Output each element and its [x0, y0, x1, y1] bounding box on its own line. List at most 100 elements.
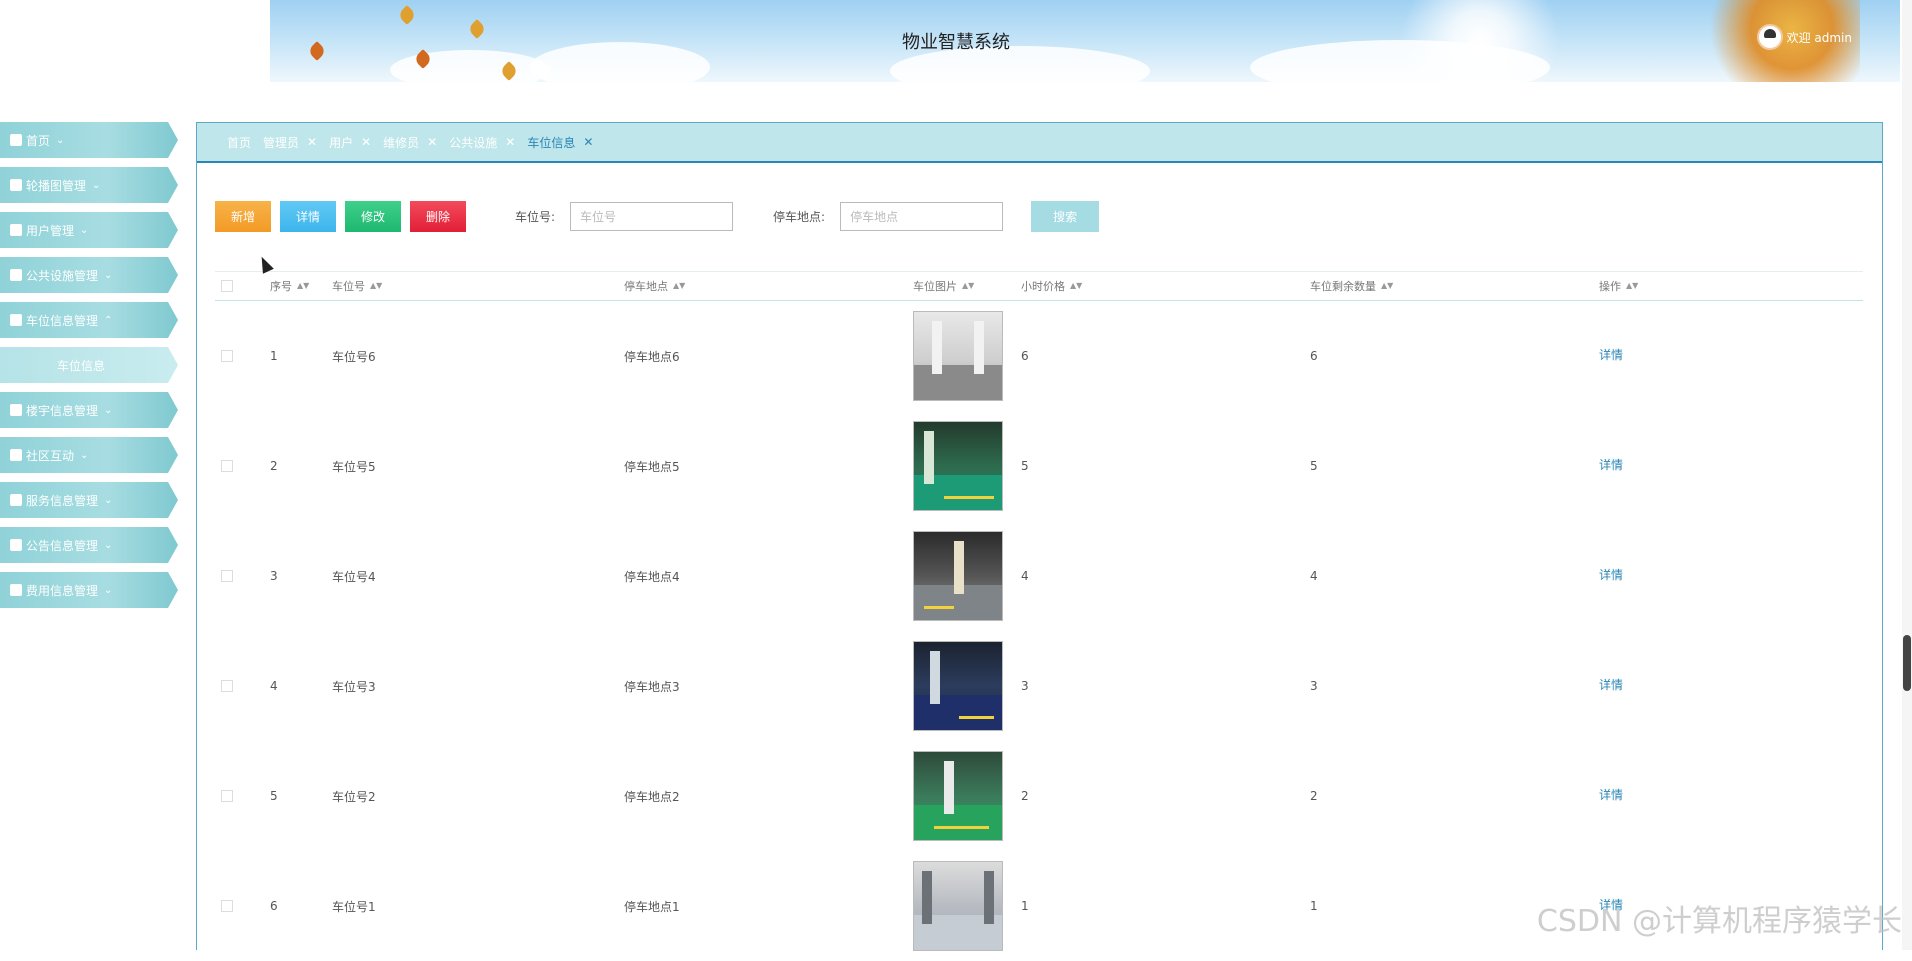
chevron-down-icon: ⌄: [104, 405, 112, 416]
select-all-checkbox[interactable]: [221, 280, 233, 292]
column-header[interactable]: 序号▲▼: [270, 278, 332, 294]
tab-label: 首页: [227, 134, 251, 151]
grid-icon: [10, 539, 22, 551]
column-header[interactable]: 车位剩余数量 ▲▼: [1310, 278, 1599, 294]
column-header-label: 操作: [1599, 278, 1621, 294]
close-icon[interactable]: ✕: [307, 135, 317, 149]
sidebar-item-notices[interactable]: 公告信息管理 ⌄: [0, 527, 178, 563]
price-cell: 6: [1021, 349, 1310, 363]
scrollbar-thumb[interactable]: [1903, 635, 1911, 691]
cloud-shape: [390, 50, 550, 82]
row-checkbox[interactable]: [221, 900, 233, 912]
sort-icon[interactable]: ▲▼: [1070, 282, 1082, 290]
add-button[interactable]: 新增: [215, 201, 271, 232]
table-row[interactable]: 3 车位号4 停车地点4 4 4 详情: [215, 521, 1863, 631]
edit-button[interactable]: 修改: [345, 201, 401, 232]
column-header[interactable]: 小时价格▲▼: [1021, 278, 1310, 294]
tab-repairman[interactable]: 维修员 ✕: [383, 134, 437, 151]
location-cell: 停车地点1: [624, 898, 913, 915]
sidebar-item-services[interactable]: 服务信息管理 ⌄: [0, 482, 178, 518]
briefcase-icon: [10, 314, 22, 326]
location-cell: 停车地点4: [624, 568, 913, 585]
row-checkbox[interactable]: [221, 790, 233, 802]
row-checkbox[interactable]: [221, 680, 233, 692]
table-row[interactable]: 5 车位号2 停车地点2 2 2 详情: [215, 741, 1863, 851]
column-header[interactable]: 车位图片▲▼: [913, 278, 1021, 294]
space-no-cell: 车位号5: [332, 458, 624, 475]
sidebar-item-users[interactable]: 用户管理 ⌄: [0, 212, 178, 248]
header: 物业智慧系统 欢迎 admin: [0, 0, 1912, 82]
chevron-down-icon: ⌄: [104, 540, 112, 551]
sidebar-subitem-parking-info[interactable]: 车位信息: [0, 347, 178, 383]
close-icon[interactable]: ✕: [583, 135, 593, 149]
parking-photo: [913, 641, 1003, 731]
sort-icon[interactable]: ▲▼: [370, 282, 382, 290]
tab-facilities[interactable]: 公共设施 ✕: [449, 134, 515, 151]
header-checkbox-cell: [215, 280, 270, 292]
delete-button[interactable]: 删除: [410, 201, 466, 232]
detail-link[interactable]: 详情: [1599, 456, 1623, 473]
table-row[interactable]: 2 车位号5 停车地点5 5 5 详情: [215, 411, 1863, 521]
remaining-cell: 5: [1310, 459, 1599, 473]
close-icon[interactable]: ✕: [427, 135, 437, 149]
tab-label: 车位信息: [527, 134, 575, 151]
detail-link[interactable]: 详情: [1599, 786, 1623, 803]
sidebar-item-label: 费用信息管理: [26, 582, 98, 599]
sort-icon[interactable]: ▲▼: [962, 282, 974, 290]
sidebar-item-label: 社区互动: [26, 447, 74, 464]
sidebar-item-fees[interactable]: 费用信息管理 ⌄: [0, 572, 178, 608]
column-header[interactable]: 停车地点▲▼: [624, 278, 913, 294]
space-no-input[interactable]: [570, 202, 733, 231]
location-input[interactable]: [840, 202, 1003, 231]
row-checkbox-cell: [215, 460, 270, 472]
row-checkbox[interactable]: [221, 570, 233, 582]
space-no-cell: 车位号2: [332, 788, 624, 805]
table-row[interactable]: 1 车位号6 停车地点6 6 6 详情: [215, 301, 1863, 411]
sidebar-item-community[interactable]: 社区互动 ⌄: [0, 437, 178, 473]
chevron-down-icon: ⌄: [104, 495, 112, 506]
table-row[interactable]: 4 车位号3 停车地点3 3 3 详情: [215, 631, 1863, 741]
close-icon[interactable]: ✕: [361, 135, 371, 149]
chevron-down-icon: ⌄: [80, 450, 88, 461]
index-cell: 3: [270, 569, 332, 583]
page-scrollbar[interactable]: [1902, 0, 1912, 950]
tab-admin[interactable]: 管理员 ✕: [263, 134, 317, 151]
avatar[interactable]: [1757, 24, 1783, 50]
sort-icon[interactable]: ▲▼: [1626, 282, 1638, 290]
price-cell: 3: [1021, 679, 1310, 693]
tab-label: 管理员: [263, 134, 299, 151]
home-icon: [10, 134, 22, 146]
tab-parking-info[interactable]: 车位信息 ✕: [527, 134, 593, 151]
sidebar-item-carousel[interactable]: 轮播图管理 ⌄: [0, 167, 178, 203]
sidebar-item-home[interactable]: 首页 ⌄: [0, 122, 178, 158]
column-header-label: 车位剩余数量: [1310, 278, 1376, 294]
detail-button[interactable]: 详情: [280, 201, 336, 232]
tab-home[interactable]: 首页: [227, 134, 251, 151]
detail-link[interactable]: 详情: [1599, 676, 1623, 693]
row-checkbox[interactable]: [221, 350, 233, 362]
chevron-down-icon: ⌄: [92, 180, 100, 191]
column-header[interactable]: 车位号▲▼: [332, 278, 624, 294]
sidebar-item-label: 用户管理: [26, 222, 74, 239]
row-checkbox[interactable]: [221, 460, 233, 472]
sidebar-subitem-label: 车位信息: [57, 357, 105, 374]
detail-link[interactable]: 详情: [1599, 566, 1623, 583]
parking-photo: [913, 531, 1003, 621]
user-menu[interactable]: 欢迎 admin: [1757, 24, 1852, 50]
location-cell: 停车地点6: [624, 348, 913, 365]
sort-icon[interactable]: ▲▼: [297, 282, 309, 290]
welcome-text[interactable]: 欢迎 admin: [1787, 29, 1852, 46]
sidebar-item-parking[interactable]: 车位信息管理 ⌃: [0, 302, 178, 338]
main-panel: 首页 管理员 ✕ 用户 ✕ 维修员 ✕ 公共设施 ✕ 车位信息 ✕ 新增 详情 …: [196, 122, 1883, 950]
column-header[interactable]: 操作 ▲▼: [1599, 278, 1719, 294]
sidebar-item-facilities[interactable]: 公共设施管理 ⌄: [0, 257, 178, 293]
square-icon: [10, 269, 22, 281]
sidebar-item-buildings[interactable]: 楼宇信息管理 ⌄: [0, 392, 178, 428]
sort-icon[interactable]: ▲▼: [673, 282, 685, 290]
sidebar-item-label: 轮播图管理: [26, 177, 86, 194]
close-icon[interactable]: ✕: [505, 135, 515, 149]
tab-user[interactable]: 用户 ✕: [329, 134, 371, 151]
search-button[interactable]: 搜索: [1031, 201, 1099, 232]
sort-icon[interactable]: ▲▼: [1381, 282, 1393, 290]
detail-link[interactable]: 详情: [1599, 346, 1623, 363]
